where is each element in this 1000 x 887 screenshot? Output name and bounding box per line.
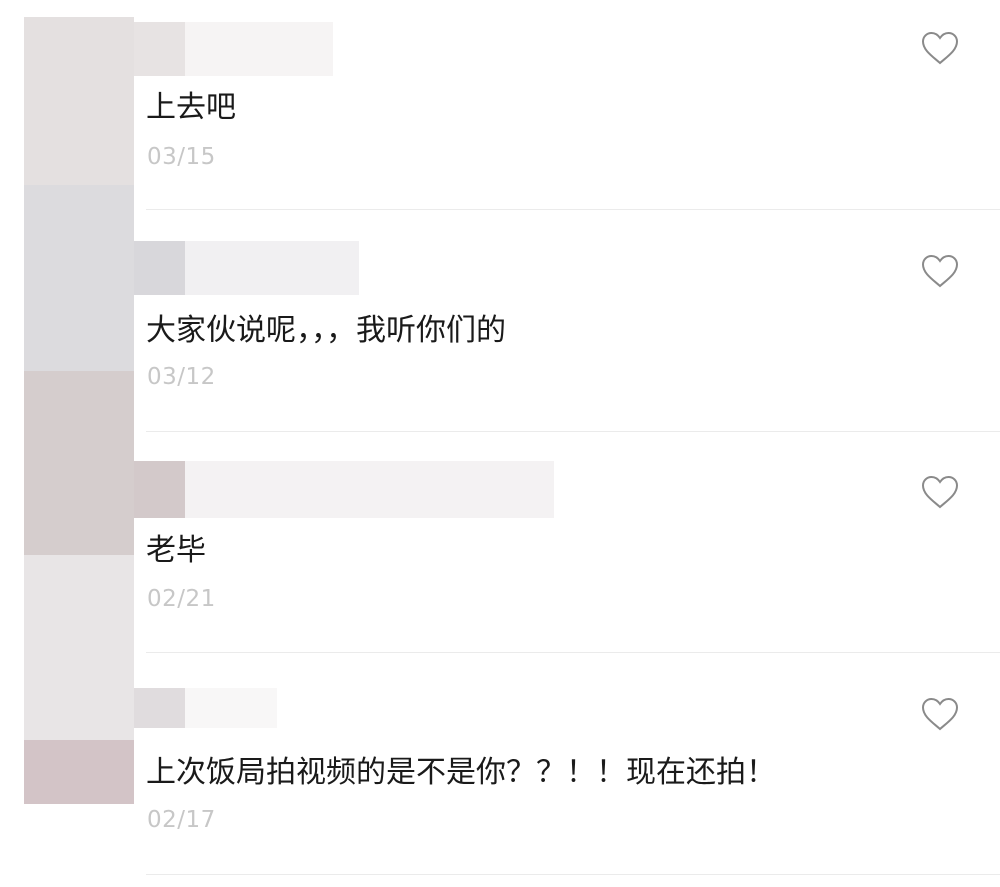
redacted-username: [134, 461, 554, 518]
heart-outline-icon: [921, 697, 959, 731]
comment-item: 上次饭局拍视频的是不是你？？！！现在还拍！ 02/17: [0, 665, 1000, 887]
heart-outline-icon: [921, 254, 959, 288]
comment-date: 03/12: [147, 364, 216, 390]
comment-text: 上去吧: [146, 90, 236, 125]
like-button[interactable]: [920, 253, 960, 289]
comment-date: 02/21: [147, 586, 216, 612]
redacted-username: [134, 688, 277, 728]
comment-item: 大家伙说呢，，，我听你们的 03/12: [0, 222, 1000, 444]
like-button[interactable]: [920, 696, 960, 732]
comment-date: 02/17: [147, 807, 216, 833]
comment-text: 老毕: [146, 533, 206, 568]
comment-item: 老毕 02/21: [0, 443, 1000, 665]
redacted-username: [134, 22, 333, 76]
divider: [146, 431, 1000, 432]
comment-date: 03/15: [147, 144, 216, 170]
comment-text: 上次饭局拍视频的是不是你？？！！现在还拍！: [146, 755, 776, 790]
comment-text: 大家伙说呢，，，我听你们的: [146, 313, 506, 348]
redacted-username: [134, 241, 359, 295]
divider: [146, 652, 1000, 653]
like-button[interactable]: [920, 474, 960, 510]
heart-outline-icon: [921, 31, 959, 65]
divider: [146, 209, 1000, 210]
like-button[interactable]: [920, 30, 960, 66]
comment-item: 上去吧 03/15: [0, 0, 1000, 222]
heart-outline-icon: [921, 475, 959, 509]
divider: [146, 874, 1000, 875]
